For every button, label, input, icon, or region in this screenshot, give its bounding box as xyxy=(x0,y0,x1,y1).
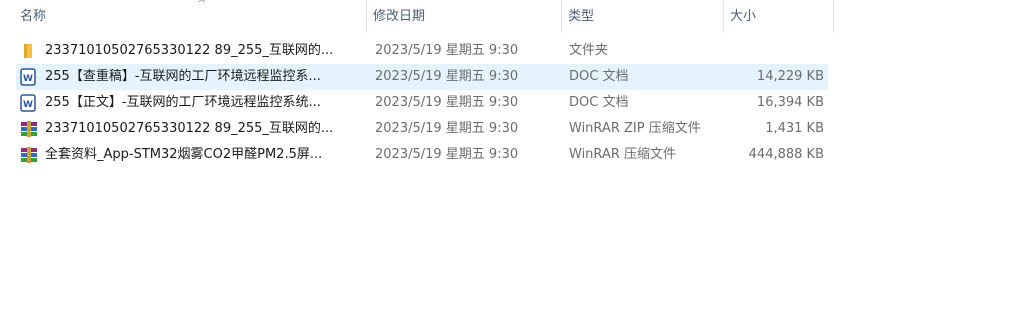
svg-text:W: W xyxy=(23,100,33,110)
file-row[interactable]: 23371010502765330122 89_255_互联网的... 2023… xyxy=(16,38,828,64)
file-date: 2023/5/19 星期五 9:30 xyxy=(375,69,519,84)
column-header-date-label: 修改日期 xyxy=(373,9,426,24)
folder-icon xyxy=(20,38,38,64)
file-date: 2023/5/19 星期五 9:30 xyxy=(375,43,519,58)
column-header-type-label: 类型 xyxy=(568,9,595,24)
column-header-name-label: 名称 xyxy=(20,9,47,24)
file-row[interactable]: 23371010502765330122 89_255_互联网的... 2023… xyxy=(16,116,828,142)
file-size xyxy=(724,38,824,64)
file-size: 1,431 KB xyxy=(765,121,824,136)
file-date: 2023/5/19 星期五 9:30 xyxy=(375,121,519,136)
column-header-date[interactable]: 修改日期 xyxy=(367,0,562,33)
file-type: 文件夹 xyxy=(569,43,609,58)
file-name: 全套资料_App-STM32烟雾CO2甲醛PM2.5屏... xyxy=(45,147,323,162)
file-list: 23371010502765330122 89_255_互联网的... 2023… xyxy=(16,38,828,168)
file-date: 2023/5/19 星期五 9:30 xyxy=(375,95,519,110)
word-doc-icon: W xyxy=(20,64,38,90)
file-name: 23371010502765330122 89_255_互联网的... xyxy=(45,121,334,136)
file-name: 255【正文】-互联网的工厂环境远程监控系统... xyxy=(45,95,321,110)
file-name: 255【查重稿】-互联网的工厂环境远程监控系... xyxy=(45,69,321,84)
file-explorer: 名称 ^ 修改日期 类型 大小 23371010502765330122 89_… xyxy=(0,0,1024,311)
winrar-archive-icon xyxy=(20,116,38,142)
file-type: DOC 文档 xyxy=(569,69,629,84)
file-row[interactable]: 全套资料_App-STM32烟雾CO2甲醛PM2.5屏... 2023/5/19… xyxy=(16,142,828,168)
file-row-selected[interactable]: W 255【查重稿】-互联网的工厂环境远程监控系... 2023/5/19 星期… xyxy=(16,64,828,90)
column-header-name[interactable]: 名称 ^ xyxy=(14,0,367,33)
file-size: 16,394 KB xyxy=(756,95,824,110)
column-header-size[interactable]: 大小 xyxy=(724,0,834,33)
file-type: WinRAR 压缩文件 xyxy=(569,147,676,162)
word-doc-icon: W xyxy=(20,90,38,116)
column-header-size-label: 大小 xyxy=(730,9,757,24)
file-row[interactable]: W 255【正文】-互联网的工厂环境远程监控系统... 2023/5/19 星期… xyxy=(16,90,828,116)
sort-ascending-icon: ^ xyxy=(197,0,207,10)
file-type: DOC 文档 xyxy=(569,95,629,110)
file-size: 444,888 KB xyxy=(748,147,824,162)
file-date: 2023/5/19 星期五 9:30 xyxy=(375,147,519,162)
column-header-type[interactable]: 类型 xyxy=(562,0,724,33)
file-size: 14,229 KB xyxy=(756,69,824,84)
file-name: 23371010502765330122 89_255_互联网的... xyxy=(45,43,334,58)
winrar-archive-icon xyxy=(20,142,38,168)
column-header-bar: 名称 ^ 修改日期 类型 大小 xyxy=(0,0,834,33)
file-type: WinRAR ZIP 压缩文件 xyxy=(569,121,701,136)
svg-text:W: W xyxy=(23,74,33,84)
